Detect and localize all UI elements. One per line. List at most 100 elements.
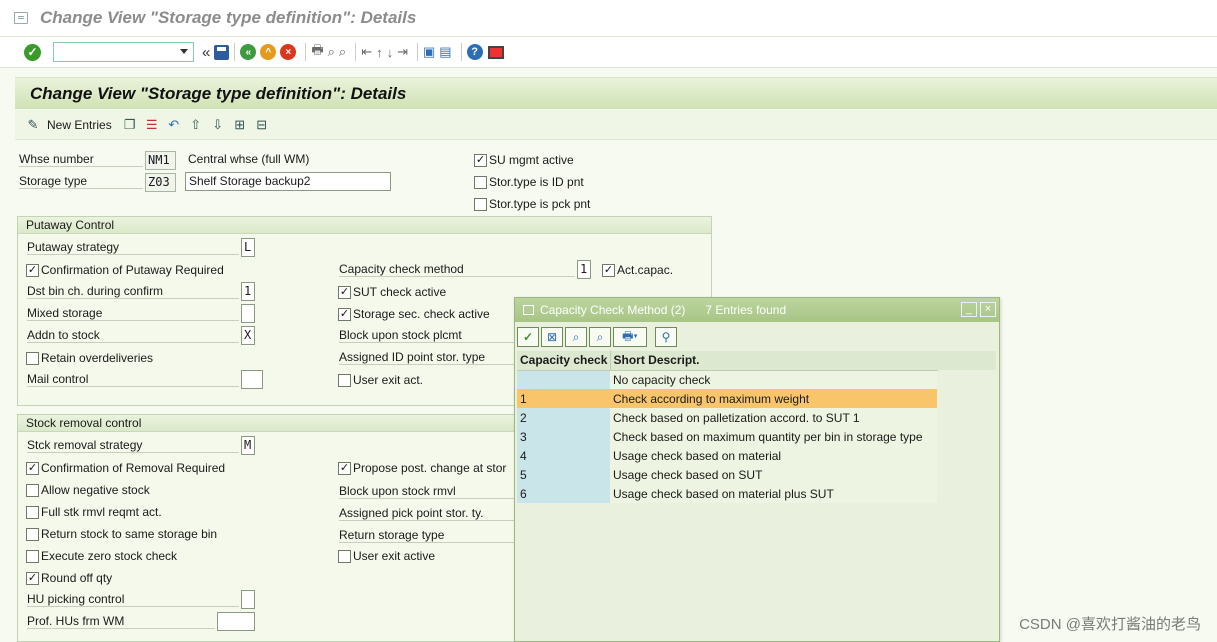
- addn-to-stock-input[interactable]: X: [241, 326, 255, 345]
- id-point-label: Stor.type is ID pnt: [489, 175, 584, 189]
- retain-overdeliveries-checkbox[interactable]: [26, 352, 39, 365]
- find-icon[interactable]: ⌕: [565, 327, 587, 347]
- putaway-strategy-input[interactable]: L: [241, 238, 255, 257]
- dst-bin-input[interactable]: 1: [241, 282, 255, 301]
- first-page-icon[interactable]: ⇤: [361, 44, 372, 60]
- return-same-bin-label: Return stock to same storage bin: [41, 527, 218, 541]
- table-row[interactable]: 6 Usage check based on material plus SUT: [517, 484, 937, 503]
- prev-page-icon[interactable]: ↑: [376, 45, 383, 60]
- row-key: 3: [517, 427, 610, 446]
- help-icon[interactable]: ?: [466, 44, 483, 60]
- putaway-user-exit-checkbox[interactable]: [338, 374, 351, 387]
- application-toolbar: ✎ New Entries ❐ ☰ ↶ ⇧ ⇩ ⊞ ⊟: [15, 110, 1217, 140]
- removal-user-exit-label: User exit active: [353, 549, 436, 563]
- command-field[interactable]: [53, 42, 194, 62]
- removal-strategy-input[interactable]: M: [241, 436, 255, 455]
- propose-post-change-checkbox[interactable]: ✓: [338, 462, 351, 475]
- storage-type-label: Storage type: [19, 174, 143, 189]
- storage-type-description-input[interactable]: Shelf Storage backup2: [185, 172, 391, 191]
- row-key: 4: [517, 446, 610, 465]
- next-page-icon[interactable]: ↓: [387, 45, 394, 60]
- window-icon: [523, 305, 534, 315]
- new-session-icon[interactable]: ▣: [423, 44, 435, 60]
- find-icon[interactable]: ⌕: [328, 44, 335, 60]
- prof-hus-label: Prof. HUs frm WM: [27, 614, 215, 629]
- undo-icon[interactable]: ↶: [166, 117, 182, 133]
- confirm-removal-label: Confirmation of Removal Required: [41, 461, 226, 475]
- table-row[interactable]: 5 Usage check based on SUT: [517, 465, 937, 484]
- removal-strategy-label: Stck removal strategy: [27, 438, 239, 453]
- return-same-bin-checkbox[interactable]: [26, 528, 39, 541]
- whse-description: Central whse (full WM): [188, 152, 310, 166]
- confirm-icon[interactable]: ✓: [517, 327, 539, 347]
- act-capac-checkbox[interactable]: ✓: [602, 264, 615, 277]
- save-icon[interactable]: [214, 44, 230, 60]
- next-entry-icon[interactable]: ⇩: [210, 117, 226, 133]
- print-icon[interactable]: 🖶: [311, 41, 323, 63]
- prof-hus-input[interactable]: [217, 612, 255, 631]
- row-key: 5: [517, 465, 610, 484]
- su-mgmt-label: SU mgmt active: [489, 153, 574, 167]
- exit-icon[interactable]: ^: [260, 44, 277, 60]
- new-entries-button[interactable]: New Entries: [47, 118, 112, 132]
- putaway-group-title: Putaway Control: [18, 217, 711, 234]
- round-off-qty-checkbox[interactable]: ✓: [26, 572, 39, 585]
- toolbar-separator: [305, 43, 307, 61]
- confirm-removal-checkbox[interactable]: ✓: [26, 462, 39, 475]
- row-description: Usage check based on material plus SUT: [610, 484, 937, 503]
- confirm-putaway-checkbox[interactable]: ✓: [26, 264, 39, 277]
- print-icon[interactable]: 🖶▾: [613, 327, 647, 347]
- layout-icon[interactable]: [487, 45, 504, 59]
- cancel-icon[interactable]: ⊠: [541, 327, 563, 347]
- mail-control-input[interactable]: [241, 370, 263, 389]
- dst-bin-label: Dst bin ch. during confirm: [27, 284, 239, 299]
- close-icon[interactable]: ×: [980, 302, 996, 317]
- deselect-icon[interactable]: ⊟: [254, 117, 270, 133]
- table-row-selected[interactable]: 1 Check according to maximum weight: [517, 389, 937, 408]
- shortcut-icon[interactable]: ▤: [439, 44, 451, 60]
- cancel-icon[interactable]: ×: [280, 44, 297, 60]
- find-next-icon[interactable]: ⌕: [339, 44, 346, 60]
- collapse-command-icon[interactable]: «: [202, 44, 210, 61]
- settings-icon[interactable]: ⚲: [655, 327, 677, 347]
- chevron-down-icon[interactable]: [180, 49, 188, 54]
- back-icon[interactable]: «: [240, 44, 257, 60]
- pick-point-checkbox[interactable]: [474, 198, 487, 211]
- hu-picking-input[interactable]: [241, 590, 255, 609]
- window-icon: [14, 12, 28, 24]
- whse-number-field: NM1: [145, 151, 176, 170]
- table-row[interactable]: 3 Check based on maximum quantity per bin…: [517, 427, 937, 446]
- enter-icon[interactable]: ✓: [24, 43, 41, 61]
- previous-entry-icon[interactable]: ⇧: [188, 117, 204, 133]
- row-key: 1: [517, 389, 610, 408]
- select-all-icon[interactable]: ⊞: [232, 117, 248, 133]
- sec-check-checkbox[interactable]: ✓: [338, 308, 351, 321]
- capacity-check-method-input[interactable]: 1: [577, 260, 591, 279]
- minimize-icon[interactable]: _: [961, 302, 977, 317]
- table-row[interactable]: 2 Check based on palletization accord. to…: [517, 408, 937, 427]
- toolbar-separator: [460, 43, 462, 61]
- allow-negative-checkbox[interactable]: [26, 484, 39, 497]
- delete-icon[interactable]: ☰: [144, 117, 160, 133]
- values-table: Capacity check Short Descript. No capaci…: [517, 351, 938, 503]
- last-page-icon[interactable]: ⇥: [397, 44, 408, 60]
- toolbar-separator: [417, 43, 418, 61]
- table-row[interactable]: 4 Usage check based on material: [517, 446, 937, 465]
- removal-user-exit-checkbox[interactable]: [338, 550, 351, 563]
- id-point-checkbox[interactable]: [474, 176, 487, 189]
- putaway-user-exit-label: User exit act.: [353, 373, 424, 387]
- find-next-icon[interactable]: ⌕: [589, 327, 611, 347]
- sut-check-checkbox[interactable]: ✓: [338, 286, 351, 299]
- window-title: Change View "Storage type definition": D…: [40, 8, 417, 27]
- capacity-check-method-label: Capacity check method: [339, 262, 575, 277]
- copy-icon[interactable]: ❐: [122, 117, 138, 133]
- new-entries-icon[interactable]: ✎: [25, 117, 41, 133]
- full-stock-removal-checkbox[interactable]: [26, 506, 39, 519]
- return-storage-type-label: Return storage type: [339, 528, 515, 543]
- zero-stock-check-checkbox[interactable]: [26, 550, 39, 563]
- table-row[interactable]: No capacity check: [517, 370, 937, 389]
- mixed-storage-input[interactable]: [241, 304, 255, 323]
- row-description: Usage check based on SUT: [610, 465, 937, 484]
- su-mgmt-checkbox[interactable]: ✓: [474, 154, 487, 167]
- row-key: 6: [517, 484, 610, 503]
